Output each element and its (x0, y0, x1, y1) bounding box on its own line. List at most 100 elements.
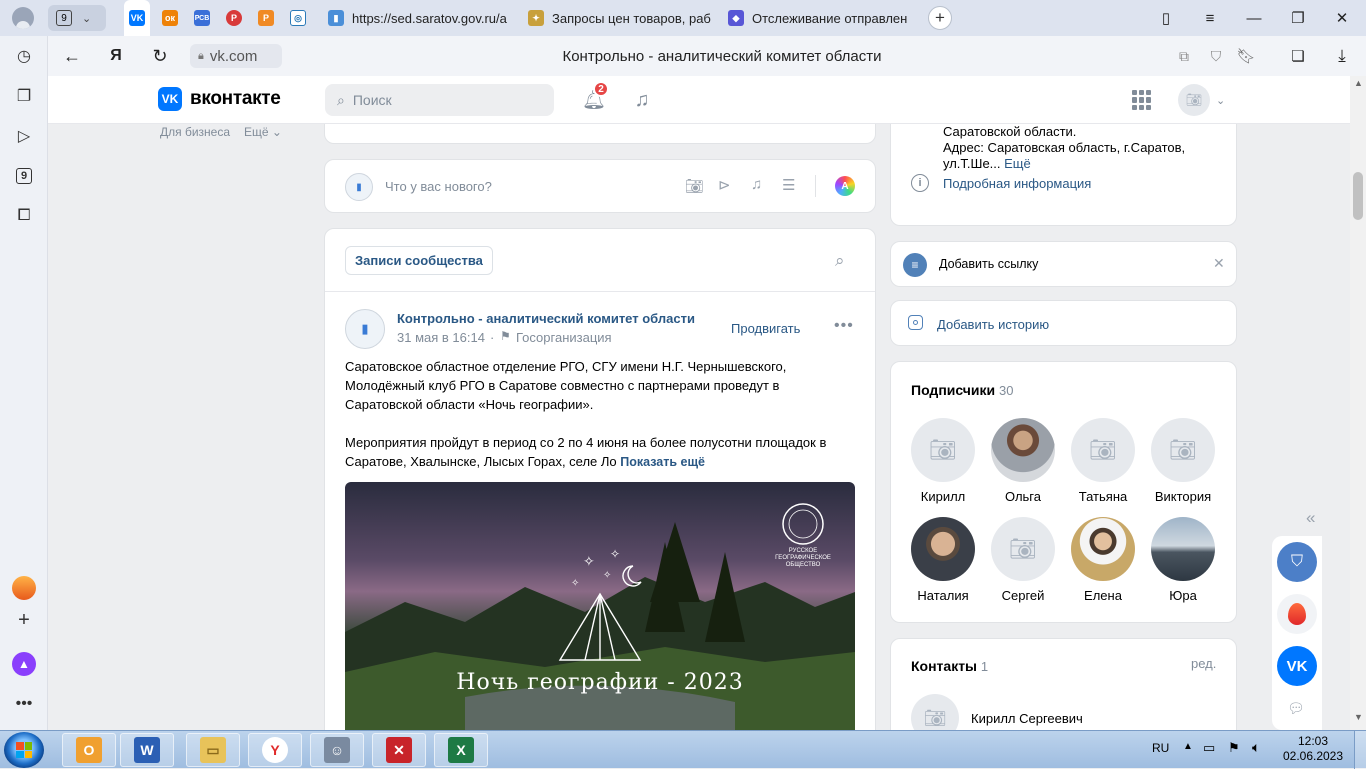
sidebar-app-icon[interactable] (12, 576, 36, 600)
add-link-card[interactable]: ≡ Добавить ссылку ✕ (890, 241, 1237, 287)
close-icon[interactable]: ✕ (1213, 255, 1225, 272)
subscriber-item[interactable]: Елена (1063, 517, 1143, 603)
tray-expand-icon[interactable]: ▲ (1183, 741, 1193, 752)
restore-button[interactable]: ❐ (1276, 0, 1320, 36)
composer-placeholder[interactable]: Что у вас нового? (385, 179, 492, 194)
post-menu-icon[interactable]: ••• (834, 317, 854, 335)
subscriber-item[interactable]: 📷︎ Сергей (983, 517, 1063, 603)
tab-prices[interactable]: ✦ Запросы цен товаров, раб (518, 0, 714, 36)
notifications-button[interactable]: 🔔︎ 2 (582, 81, 609, 112)
contacts-title[interactable]: Контакты 1 (911, 658, 988, 674)
more-link[interactable]: Ещё ⌄ (244, 125, 282, 139)
widget-fox-icon[interactable]: ⛉ (1277, 542, 1317, 582)
tab-community-posts[interactable]: Записи сообщества (345, 246, 493, 275)
close-window-button[interactable]: ✕ (1320, 0, 1364, 36)
collapse-icon[interactable]: « (1306, 508, 1315, 528)
subscriber-item[interactable]: Наталия (903, 517, 983, 603)
apps-button[interactable] (1132, 90, 1152, 110)
tray-volume-icon[interactable]: 🔈︎ (1252, 739, 1260, 756)
subscriber-item[interactable]: 📷︎ Виктория (1143, 418, 1223, 504)
post-author-avatar[interactable]: ▮ (345, 309, 385, 349)
clock[interactable]: 12:03 02.06.2023 (1282, 734, 1344, 764)
url-field[interactable]: 🔒︎ vk.com (190, 44, 282, 68)
screenshot-icon[interactable]: ⧠ (12, 204, 36, 228)
scroll-up-arrow[interactable]: ▲ (1354, 78, 1363, 88)
taskbar-word[interactable]: W (120, 733, 174, 767)
minimize-button[interactable]: — (1232, 0, 1276, 36)
edit-link[interactable]: ред. (1191, 656, 1216, 671)
contact-avatar[interactable]: 📷︎ (911, 694, 959, 730)
pinned-tab-vk[interactable]: VK (124, 0, 150, 36)
collections-icon[interactable]: ▯ (1144, 0, 1188, 36)
post-date[interactable]: 31 мая в 16:14 (397, 330, 485, 345)
article-icon[interactable]: ☰ (782, 176, 795, 194)
bookmark-icon[interactable]: 🔖︎ (1230, 40, 1262, 72)
pinned-tab-rsv[interactable]: РСВ (189, 6, 215, 30)
video-icon[interactable]: ▷ (12, 124, 36, 148)
more-icon[interactable]: ••• (12, 692, 36, 716)
taskbar-explorer[interactable]: ▭ (186, 733, 240, 767)
subscriber-item[interactable]: 📷︎ Татьяна (1063, 418, 1143, 504)
show-more-link[interactable]: Показать ещё (620, 455, 705, 469)
music-button[interactable]: ♫ (630, 88, 654, 112)
taskbar-outlook[interactable]: O (62, 733, 116, 767)
scroll-thumb[interactable] (1353, 172, 1363, 220)
tab-group-button[interactable]: 9 ⌄ (48, 5, 106, 31)
taskbar-excel[interactable]: X (434, 733, 488, 767)
widget-fire-icon[interactable] (1277, 594, 1317, 634)
video-icon[interactable]: ⊳ (718, 176, 731, 194)
promote-button[interactable]: Продвигать (731, 321, 800, 336)
translate-icon[interactable]: ⧉ (1168, 40, 1200, 72)
scroll-down-arrow[interactable]: ▼ (1354, 712, 1363, 722)
page-scrollbar[interactable]: ▲ ▼ (1350, 76, 1366, 730)
music-icon[interactable]: ♫ (751, 176, 762, 193)
profile-menu[interactable]: 📷︎ ⌄ (1178, 84, 1225, 116)
tray-flag-icon[interactable]: ⚑ (1228, 740, 1240, 756)
new-tab-button[interactable]: + (928, 6, 952, 30)
language-indicator[interactable]: RU (1152, 741, 1169, 755)
subscriber-item[interactable]: Юра (1143, 517, 1223, 603)
add-icon[interactable]: + (12, 608, 36, 632)
download-icon[interactable]: ⤓ (1326, 40, 1358, 72)
camera-icon[interactable]: 📷︎ (685, 177, 704, 195)
notes-icon[interactable]: ❐ (12, 84, 36, 108)
subscriber-item[interactable]: Ольга (983, 418, 1063, 504)
business-link[interactable]: Для бизнеса (160, 125, 230, 139)
contact-name[interactable]: Кирилл Сергеевич (971, 711, 1083, 726)
taskbar-yandex-browser[interactable]: Y (248, 733, 302, 767)
pinned-tab-gov[interactable]: ◎ (285, 6, 311, 30)
vk-logo[interactable]: VK вконтакте (158, 87, 281, 111)
taskbar-adobe[interactable]: ✕ (372, 733, 426, 767)
counter-icon[interactable]: 9 (12, 164, 36, 188)
subscriber-item[interactable]: 📷︎ Кирилл (903, 418, 983, 504)
details-link[interactable]: Подробная информация (943, 176, 1091, 191)
reload-button[interactable]: ↻ (144, 40, 176, 72)
add-story-card[interactable]: Добавить историю (890, 300, 1237, 346)
tray-device-icon[interactable]: ▭ (1203, 740, 1215, 756)
post-author[interactable]: Контрольно - аналитический комитет облас… (397, 311, 695, 326)
start-button[interactable] (4, 732, 44, 768)
ai-icon[interactable]: A (835, 176, 855, 196)
alice-icon[interactable]: ▲ (12, 652, 36, 676)
back-button[interactable]: ← (56, 40, 88, 72)
taskbar-app[interactable]: ☺ (310, 733, 364, 767)
search-icon[interactable]: ⌕ (835, 251, 845, 271)
search-input[interactable] (352, 92, 523, 108)
collections-bar-icon[interactable]: ❏ (1282, 40, 1314, 72)
protect-icon[interactable]: ⛉ (1200, 40, 1232, 72)
pinned-tab-orange[interactable]: Р (253, 6, 279, 30)
tab-tracking[interactable]: ◆ Отслеживание отправлен (718, 0, 914, 36)
widget-vk-icon[interactable]: VK (1277, 646, 1317, 686)
widget-chat-icon[interactable]: 💬︎ (1287, 700, 1305, 717)
subscribers-title[interactable]: Подписчики 30 (911, 382, 1014, 398)
post-image[interactable]: ✧ ✧ ✧ ✧ РУССКОЕ ГЕОГРАФИЧЕСКОЕ ОБЩЕСТВО … (345, 482, 855, 730)
pinned-tab-red[interactable]: Р (221, 6, 247, 30)
tab-sed[interactable]: ▮ https://sed.saratov.gov.ru/a (318, 0, 510, 36)
yandex-button[interactable]: Я (100, 40, 132, 72)
more-link[interactable]: Ещё (1004, 156, 1031, 171)
menu-icon[interactable]: ≡ (1188, 0, 1232, 36)
profile-icon[interactable] (12, 7, 34, 29)
show-desktop-button[interactable] (1354, 731, 1366, 769)
history-icon[interactable]: ◷ (12, 44, 36, 68)
pinned-tab-ok[interactable]: ок (157, 6, 183, 30)
